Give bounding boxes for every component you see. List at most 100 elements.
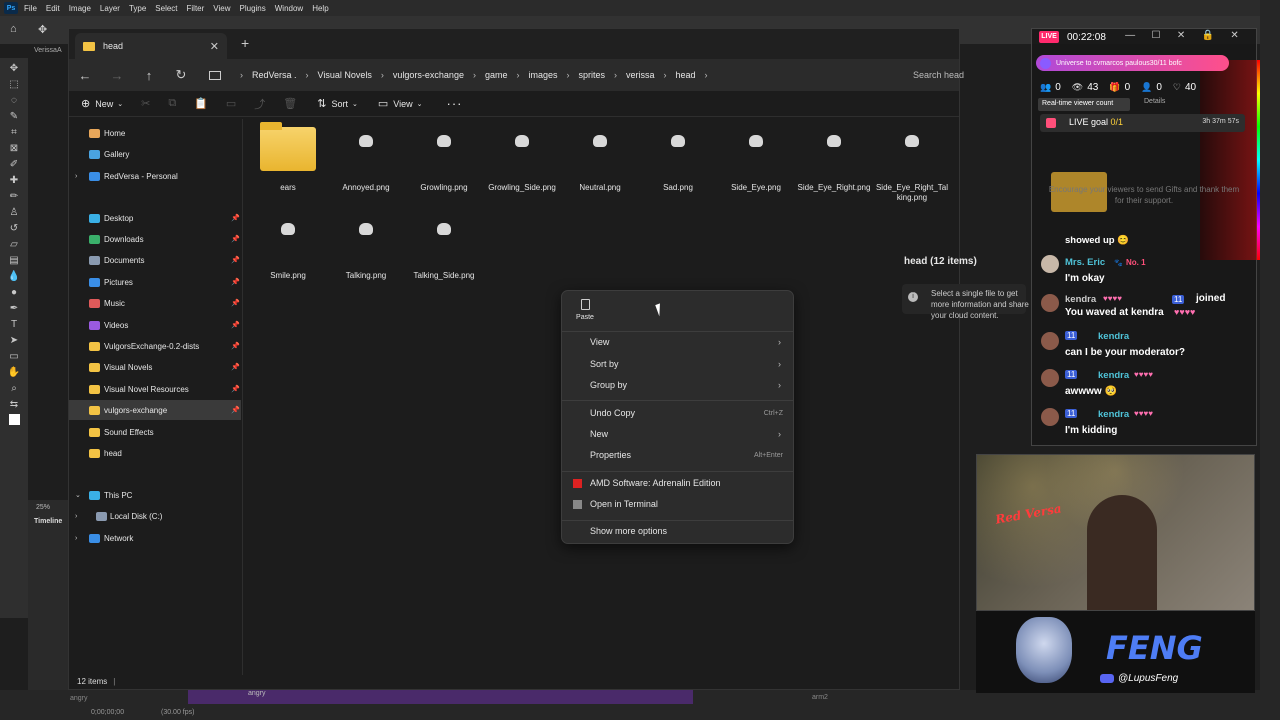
stamp-icon[interactable]: ♙ <box>8 206 20 218</box>
paste-icon[interactable]: 📋 <box>194 97 208 110</box>
sidebar-item-this-pc[interactable]: ⌄ This PC <box>69 485 241 505</box>
menu-select[interactable]: Select <box>155 4 177 13</box>
chat-username[interactable]: kendra <box>1065 294 1096 305</box>
chevron-right-icon[interactable]: › <box>75 513 77 520</box>
close-icon[interactable]: ✕ <box>1177 30 1185 41</box>
menu-item-open-in-terminal[interactable]: Open in Terminal <box>566 494 791 514</box>
sidebar-item-redversa-personal[interactable]: › RedVersa - Personal <box>69 166 241 186</box>
file-item[interactable]: Sad.png <box>640 125 716 211</box>
rectangle-icon[interactable]: ▭ <box>8 350 20 362</box>
avatar[interactable] <box>1041 408 1059 426</box>
follower-count[interactable]: 👤 0 <box>1141 80 1162 94</box>
menu-view[interactable]: View <box>213 4 230 13</box>
menu-item-properties[interactable]: Properties Alt+Enter <box>566 445 791 465</box>
file-item[interactable]: Annoyed.png <box>328 125 404 211</box>
more-options-icon[interactable]: ··· <box>447 96 463 111</box>
swap-colors-icon[interactable]: ⇆ <box>8 398 20 410</box>
home-icon[interactable]: ⌂ <box>10 23 17 35</box>
breadcrumb-sprites[interactable]: sprites <box>578 70 605 80</box>
sidebar-item-network[interactable]: › Network <box>69 528 241 548</box>
close-icon[interactable]: ✕ <box>1230 30 1238 41</box>
menu-item-view[interactable]: View › <box>566 332 791 352</box>
quick-select-icon[interactable]: ✎ <box>8 110 20 122</box>
delete-icon[interactable]: 🗑 <box>283 97 297 110</box>
new-button[interactable]: ⊕ New ⌄ <box>81 97 123 110</box>
sidebar-item-desktop[interactable]: Desktop 📌 <box>69 208 241 228</box>
menu-file[interactable]: File <box>24 4 37 13</box>
file-item[interactable]: Smile.png <box>250 213 326 299</box>
maximize-icon[interactable]: ☐ <box>1152 30 1161 41</box>
copy-icon[interactable]: ⧉ <box>168 97 176 110</box>
new-tab-icon[interactable]: + <box>241 35 249 51</box>
lock-icon[interactable]: 🔒 <box>1202 30 1214 41</box>
chat-username[interactable]: kendra <box>1098 331 1129 342</box>
chat-username[interactable]: kendra <box>1098 409 1129 420</box>
sort-button[interactable]: ⇅ Sort ⌄ <box>317 97 358 110</box>
type-icon[interactable]: T <box>8 318 20 330</box>
path-select-icon[interactable]: ➤ <box>8 334 20 346</box>
move-icon[interactable]: ✥ <box>8 62 20 74</box>
sidebar-item-music[interactable]: Music 📌 <box>69 293 241 313</box>
hand-icon[interactable]: ✋ <box>8 366 20 378</box>
sidebar-item-vulgors-exchange[interactable]: vulgors-exchange 📌 <box>69 400 241 420</box>
file-item[interactable]: Talking_Side.png <box>406 213 482 299</box>
history-brush-icon[interactable]: ↺ <box>8 222 20 234</box>
file-item[interactable]: Growling.png <box>406 125 482 211</box>
healing-icon[interactable]: ✚ <box>8 174 20 186</box>
file-item[interactable]: Neutral.png <box>562 125 638 211</box>
refresh-icon[interactable]: ↻ <box>165 67 197 83</box>
menu-edit[interactable]: Edit <box>46 4 60 13</box>
brush-icon[interactable]: ✏ <box>8 190 20 202</box>
avatar[interactable] <box>1041 294 1059 312</box>
sidebar-item-home[interactable]: Home <box>69 123 241 143</box>
eraser-icon[interactable]: ▱ <box>8 238 20 250</box>
menu-item-amd-software-adrenalin-edition[interactable]: AMD Software: Adrenalin Edition <box>566 473 791 493</box>
breadcrumb-visual-novels[interactable]: Visual Novels <box>318 70 372 80</box>
blur-icon[interactable]: 💧 <box>8 270 20 282</box>
menu-item-sort-by[interactable]: Sort by › <box>566 354 791 374</box>
gradient-icon[interactable]: ▤ <box>8 254 20 266</box>
chevron-right-icon[interactable]: › <box>75 173 77 180</box>
file-item[interactable]: Side_Eye_Right.png <box>796 125 872 211</box>
breadcrumb-head[interactable]: head <box>676 70 696 80</box>
explorer-tab[interactable]: head ✕ <box>75 33 227 59</box>
share-icon[interactable]: ⤴ <box>254 96 265 112</box>
viewer-count[interactable]: 👥 0 <box>1040 80 1061 94</box>
details-link[interactable]: Details <box>1144 98 1165 105</box>
sidebar-item-sound-effects[interactable]: Sound Effects <box>69 422 241 442</box>
move-tool-icon[interactable]: ✥ <box>38 23 47 36</box>
menu-filter[interactable]: Filter <box>187 4 205 13</box>
menu-item-group-by[interactable]: Group by › <box>566 375 791 395</box>
back-arrow-icon[interactable]: ← <box>69 68 101 83</box>
foreground-color-swatch[interactable] <box>8 414 20 425</box>
forward-arrow-icon[interactable]: → <box>101 68 133 83</box>
search-input[interactable]: Search head <box>907 63 1027 87</box>
avatar[interactable] <box>1041 332 1059 350</box>
gift-count[interactable]: 🎁 0 <box>1109 80 1130 94</box>
view-count[interactable]: 👁 43 <box>1072 80 1099 94</box>
frame-icon[interactable]: ⊠ <box>8 142 20 154</box>
sidebar-item-visual-novels[interactable]: Visual Novels 📌 <box>69 357 241 377</box>
menu-window[interactable]: Window <box>275 4 303 13</box>
file-item[interactable]: Growling_Side.png <box>484 125 560 211</box>
breadcrumb[interactable]: › RedVersa . › Visual Novels › vulgors-e… <box>201 63 897 87</box>
chevron-right-icon[interactable]: › <box>75 535 77 542</box>
cut-icon[interactable]: ✂ <box>141 97 150 110</box>
lasso-icon[interactable]: ◌ <box>8 94 20 106</box>
chat-username[interactable]: Mrs. Eric <box>1065 257 1105 268</box>
sidebar-item-gallery[interactable]: Gallery <box>69 144 241 164</box>
menu-type[interactable]: Type <box>129 4 146 13</box>
menu-item-show-more-options[interactable]: Show more options <box>566 521 791 541</box>
crop-icon[interactable]: ⌗ <box>8 126 20 138</box>
sidebar-item-visual-novel-resources[interactable]: Visual Novel Resources 📌 <box>69 379 241 399</box>
live-goal[interactable]: LIVE goal 0/1 3h 37m 57s <box>1040 114 1245 132</box>
menu-plugins[interactable]: Plugins <box>240 4 266 13</box>
close-tab-icon[interactable]: ✕ <box>210 40 219 53</box>
sidebar-item-local-disk-c[interactable]: › Local Disk (C:) <box>69 506 241 526</box>
sidebar-item-downloads[interactable]: Downloads 📌 <box>69 229 241 249</box>
breadcrumb-redversa[interactable]: RedVersa . <box>252 70 297 80</box>
chat-username[interactable]: kendra <box>1098 370 1129 381</box>
menu-help[interactable]: Help <box>312 4 328 13</box>
breadcrumb-verissa[interactable]: verissa <box>626 70 655 80</box>
minimize-icon[interactable]: — <box>1125 30 1135 41</box>
